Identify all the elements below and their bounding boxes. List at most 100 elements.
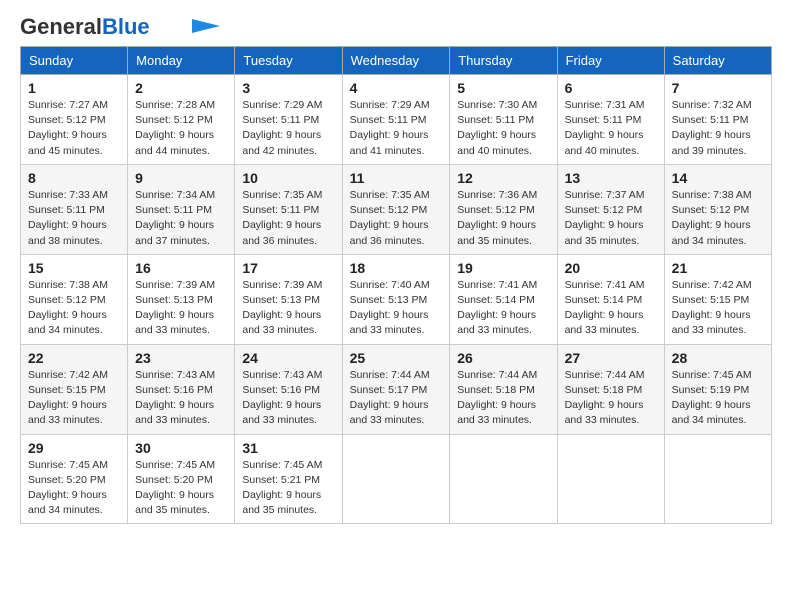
calendar-cell: 30 Sunrise: 7:45 AMSunset: 5:20 PMDaylig…	[128, 434, 235, 524]
calendar-cell: 23 Sunrise: 7:43 AMSunset: 5:16 PMDaylig…	[128, 344, 235, 434]
calendar-cell: 3 Sunrise: 7:29 AMSunset: 5:11 PMDayligh…	[235, 75, 342, 165]
day-info: Sunrise: 7:40 AMSunset: 5:13 PMDaylight:…	[350, 278, 443, 339]
calendar-cell: 10 Sunrise: 7:35 AMSunset: 5:11 PMDaylig…	[235, 164, 342, 254]
calendar-cell: 19 Sunrise: 7:41 AMSunset: 5:14 PMDaylig…	[450, 254, 557, 344]
calendar-week-row: 1 Sunrise: 7:27 AMSunset: 5:12 PMDayligh…	[21, 75, 772, 165]
calendar-week-row: 8 Sunrise: 7:33 AMSunset: 5:11 PMDayligh…	[21, 164, 772, 254]
day-info: Sunrise: 7:27 AMSunset: 5:12 PMDaylight:…	[28, 98, 120, 159]
calendar-header-row: SundayMondayTuesdayWednesdayThursdayFrid…	[21, 47, 772, 75]
calendar-cell: 24 Sunrise: 7:43 AMSunset: 5:16 PMDaylig…	[235, 344, 342, 434]
calendar-cell: 21 Sunrise: 7:42 AMSunset: 5:15 PMDaylig…	[664, 254, 771, 344]
weekday-header-monday: Monday	[128, 47, 235, 75]
day-info: Sunrise: 7:39 AMSunset: 5:13 PMDaylight:…	[242, 278, 334, 339]
calendar-cell: 27 Sunrise: 7:44 AMSunset: 5:18 PMDaylig…	[557, 344, 664, 434]
day-number: 5	[457, 80, 549, 96]
day-number: 15	[28, 260, 120, 276]
day-info: Sunrise: 7:42 AMSunset: 5:15 PMDaylight:…	[28, 368, 120, 429]
day-info: Sunrise: 7:41 AMSunset: 5:14 PMDaylight:…	[457, 278, 549, 339]
calendar-cell: 16 Sunrise: 7:39 AMSunset: 5:13 PMDaylig…	[128, 254, 235, 344]
calendar-cell: 31 Sunrise: 7:45 AMSunset: 5:21 PMDaylig…	[235, 434, 342, 524]
calendar-cell: 7 Sunrise: 7:32 AMSunset: 5:11 PMDayligh…	[664, 75, 771, 165]
day-number: 26	[457, 350, 549, 366]
calendar-cell: 28 Sunrise: 7:45 AMSunset: 5:19 PMDaylig…	[664, 344, 771, 434]
day-number: 31	[242, 440, 334, 456]
day-info: Sunrise: 7:43 AMSunset: 5:16 PMDaylight:…	[135, 368, 227, 429]
day-info: Sunrise: 7:36 AMSunset: 5:12 PMDaylight:…	[457, 188, 549, 249]
day-number: 4	[350, 80, 443, 96]
day-info: Sunrise: 7:39 AMSunset: 5:13 PMDaylight:…	[135, 278, 227, 339]
day-number: 16	[135, 260, 227, 276]
calendar-cell: 2 Sunrise: 7:28 AMSunset: 5:12 PMDayligh…	[128, 75, 235, 165]
day-info: Sunrise: 7:28 AMSunset: 5:12 PMDaylight:…	[135, 98, 227, 159]
day-info: Sunrise: 7:31 AMSunset: 5:11 PMDaylight:…	[565, 98, 657, 159]
day-info: Sunrise: 7:45 AMSunset: 5:20 PMDaylight:…	[28, 458, 120, 519]
day-info: Sunrise: 7:44 AMSunset: 5:18 PMDaylight:…	[457, 368, 549, 429]
day-number: 23	[135, 350, 227, 366]
calendar-cell: 1 Sunrise: 7:27 AMSunset: 5:12 PMDayligh…	[21, 75, 128, 165]
day-number: 25	[350, 350, 443, 366]
calendar-week-row: 15 Sunrise: 7:38 AMSunset: 5:12 PMDaylig…	[21, 254, 772, 344]
calendar-week-row: 29 Sunrise: 7:45 AMSunset: 5:20 PMDaylig…	[21, 434, 772, 524]
day-info: Sunrise: 7:43 AMSunset: 5:16 PMDaylight:…	[242, 368, 334, 429]
day-info: Sunrise: 7:32 AMSunset: 5:11 PMDaylight:…	[672, 98, 764, 159]
day-number: 2	[135, 80, 227, 96]
logo-icon	[192, 19, 220, 33]
day-number: 10	[242, 170, 334, 186]
day-number: 27	[565, 350, 657, 366]
day-number: 21	[672, 260, 764, 276]
calendar-cell: 13 Sunrise: 7:37 AMSunset: 5:12 PMDaylig…	[557, 164, 664, 254]
logo-text: GeneralBlue	[20, 16, 150, 38]
day-number: 11	[350, 170, 443, 186]
calendar-cell	[342, 434, 450, 524]
day-info: Sunrise: 7:34 AMSunset: 5:11 PMDaylight:…	[135, 188, 227, 249]
day-number: 6	[565, 80, 657, 96]
day-info: Sunrise: 7:35 AMSunset: 5:12 PMDaylight:…	[350, 188, 443, 249]
day-info: Sunrise: 7:41 AMSunset: 5:14 PMDaylight:…	[565, 278, 657, 339]
calendar-cell: 25 Sunrise: 7:44 AMSunset: 5:17 PMDaylig…	[342, 344, 450, 434]
calendar-cell: 18 Sunrise: 7:40 AMSunset: 5:13 PMDaylig…	[342, 254, 450, 344]
day-info: Sunrise: 7:38 AMSunset: 5:12 PMDaylight:…	[672, 188, 764, 249]
calendar-cell: 12 Sunrise: 7:36 AMSunset: 5:12 PMDaylig…	[450, 164, 557, 254]
page-header: GeneralBlue	[20, 16, 772, 38]
day-info: Sunrise: 7:33 AMSunset: 5:11 PMDaylight:…	[28, 188, 120, 249]
day-info: Sunrise: 7:37 AMSunset: 5:12 PMDaylight:…	[565, 188, 657, 249]
calendar-cell	[664, 434, 771, 524]
calendar-cell: 22 Sunrise: 7:42 AMSunset: 5:15 PMDaylig…	[21, 344, 128, 434]
day-number: 30	[135, 440, 227, 456]
calendar-cell: 8 Sunrise: 7:33 AMSunset: 5:11 PMDayligh…	[21, 164, 128, 254]
day-number: 29	[28, 440, 120, 456]
weekday-header-saturday: Saturday	[664, 47, 771, 75]
calendar-cell: 15 Sunrise: 7:38 AMSunset: 5:12 PMDaylig…	[21, 254, 128, 344]
day-info: Sunrise: 7:29 AMSunset: 5:11 PMDaylight:…	[242, 98, 334, 159]
calendar-cell: 14 Sunrise: 7:38 AMSunset: 5:12 PMDaylig…	[664, 164, 771, 254]
calendar-cell: 6 Sunrise: 7:31 AMSunset: 5:11 PMDayligh…	[557, 75, 664, 165]
day-number: 3	[242, 80, 334, 96]
day-info: Sunrise: 7:44 AMSunset: 5:18 PMDaylight:…	[565, 368, 657, 429]
weekday-header-sunday: Sunday	[21, 47, 128, 75]
calendar-body: 1 Sunrise: 7:27 AMSunset: 5:12 PMDayligh…	[21, 75, 772, 524]
day-number: 8	[28, 170, 120, 186]
weekday-header-thursday: Thursday	[450, 47, 557, 75]
day-number: 20	[565, 260, 657, 276]
calendar-cell	[557, 434, 664, 524]
day-number: 9	[135, 170, 227, 186]
calendar-cell: 17 Sunrise: 7:39 AMSunset: 5:13 PMDaylig…	[235, 254, 342, 344]
day-info: Sunrise: 7:45 AMSunset: 5:19 PMDaylight:…	[672, 368, 764, 429]
calendar-cell	[450, 434, 557, 524]
day-info: Sunrise: 7:44 AMSunset: 5:17 PMDaylight:…	[350, 368, 443, 429]
calendar-cell: 9 Sunrise: 7:34 AMSunset: 5:11 PMDayligh…	[128, 164, 235, 254]
day-info: Sunrise: 7:30 AMSunset: 5:11 PMDaylight:…	[457, 98, 549, 159]
day-info: Sunrise: 7:45 AMSunset: 5:20 PMDaylight:…	[135, 458, 227, 519]
calendar-cell: 4 Sunrise: 7:29 AMSunset: 5:11 PMDayligh…	[342, 75, 450, 165]
weekday-header-friday: Friday	[557, 47, 664, 75]
weekday-header-tuesday: Tuesday	[235, 47, 342, 75]
calendar-cell: 20 Sunrise: 7:41 AMSunset: 5:14 PMDaylig…	[557, 254, 664, 344]
day-number: 13	[565, 170, 657, 186]
calendar-cell: 29 Sunrise: 7:45 AMSunset: 5:20 PMDaylig…	[21, 434, 128, 524]
weekday-header-wednesday: Wednesday	[342, 47, 450, 75]
calendar-cell: 5 Sunrise: 7:30 AMSunset: 5:11 PMDayligh…	[450, 75, 557, 165]
day-number: 18	[350, 260, 443, 276]
day-number: 28	[672, 350, 764, 366]
day-info: Sunrise: 7:38 AMSunset: 5:12 PMDaylight:…	[28, 278, 120, 339]
day-number: 22	[28, 350, 120, 366]
